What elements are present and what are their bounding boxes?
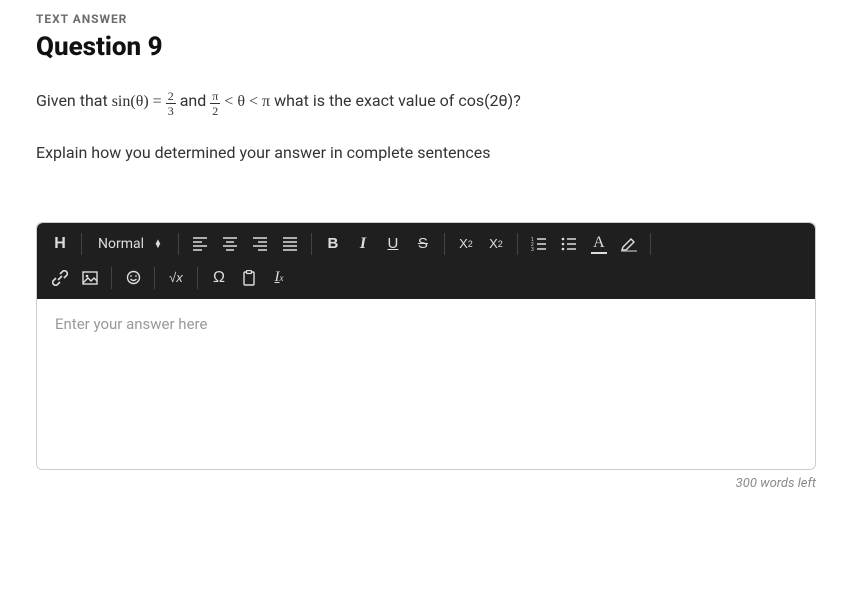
align-left-button[interactable] [185, 229, 215, 259]
subscript-button[interactable]: X2 [451, 229, 481, 259]
paragraph-style-label: Normal [98, 236, 144, 252]
prompt-mid: and [180, 91, 211, 110]
eq2-denominator: 2 [210, 104, 220, 117]
rich-text-editor: H Normal ▲▼ B I [36, 222, 816, 470]
question-type-label: TEXT ANSWER [36, 12, 816, 26]
align-center-button[interactable] [215, 229, 245, 259]
superscript-base: X [489, 236, 498, 251]
editor-toolbar: H Normal ▲▼ B I [37, 223, 815, 299]
subscript-base: X [459, 236, 468, 251]
prompt-tail: what is the exact value of cos(2θ)? [274, 91, 521, 110]
image-icon [82, 271, 98, 285]
highlight-color-button[interactable] [614, 229, 644, 259]
toolbar-separator [650, 233, 651, 255]
align-right-icon [252, 237, 268, 251]
image-button[interactable] [75, 263, 105, 293]
ordered-list-icon: 123 [531, 237, 547, 251]
clipboard-icon [242, 270, 256, 286]
align-right-button[interactable] [245, 229, 275, 259]
special-char-button[interactable]: Ω [204, 263, 234, 293]
toolbar-separator [81, 233, 82, 255]
equation-2: π 2 < θ < π [210, 93, 274, 110]
eq1-lhs: sin(θ) = [112, 93, 166, 110]
question-prompt: Given that sin(θ) = 2 3 and π 2 < θ < π … [36, 88, 816, 117]
svg-text:3: 3 [531, 247, 534, 251]
ordered-list-button[interactable]: 123 [524, 229, 554, 259]
toolbar-separator [311, 233, 312, 255]
answer-textarea[interactable]: Enter your answer here [37, 299, 815, 469]
prompt-lead: Given that [36, 91, 112, 110]
link-button[interactable] [45, 263, 75, 293]
clear-format-sub: x [280, 273, 284, 283]
emoji-button[interactable] [118, 263, 148, 293]
subscript-sub: 2 [468, 239, 473, 249]
superscript-button[interactable]: X2 [481, 229, 511, 259]
word-count: 300 words left [36, 476, 816, 491]
strikethrough-button[interactable]: S [408, 229, 438, 259]
link-icon [52, 270, 68, 286]
eq1-fraction: 2 3 [166, 90, 176, 117]
select-caret-icon: ▲▼ [154, 240, 162, 248]
highlight-icon [620, 236, 638, 252]
toolbar-separator [178, 233, 179, 255]
eq1-denominator: 3 [166, 104, 176, 117]
math-sqrt-button[interactable]: √x [161, 263, 191, 293]
paste-button[interactable] [234, 263, 264, 293]
italic-button[interactable]: I [348, 229, 378, 259]
align-center-icon [222, 237, 238, 251]
text-color-label: A [591, 234, 607, 254]
align-left-icon [192, 237, 208, 251]
text-color-button[interactable]: A [584, 229, 614, 259]
toolbar-separator [154, 267, 155, 289]
unordered-list-button[interactable] [554, 229, 584, 259]
toolbar-separator [197, 267, 198, 289]
toolbar-separator [444, 233, 445, 255]
question-title: Question 9 [36, 32, 816, 62]
heading-button[interactable]: H [45, 229, 75, 259]
eq2-rhs: < θ < π [224, 93, 270, 110]
clear-format-button[interactable]: Ix [264, 263, 294, 293]
unordered-list-icon [561, 237, 577, 251]
toolbar-separator [111, 267, 112, 289]
eq2-numerator: π [210, 90, 220, 104]
emoji-icon [126, 270, 141, 285]
toolbar-separator [517, 233, 518, 255]
underline-button[interactable]: U [378, 229, 408, 259]
toolbar-row-2: √x Ω Ix [45, 259, 807, 293]
superscript-sup: 2 [498, 239, 503, 249]
explain-instruction: Explain how you determined your answer i… [36, 143, 816, 162]
eq1-numerator: 2 [166, 90, 176, 104]
equation-1: sin(θ) = 2 3 [112, 93, 180, 110]
eq2-fraction: π 2 [210, 90, 220, 117]
align-justify-button[interactable] [275, 229, 305, 259]
bold-button[interactable]: B [318, 229, 348, 259]
align-justify-icon [282, 237, 298, 251]
paragraph-style-select[interactable]: Normal ▲▼ [88, 229, 172, 259]
